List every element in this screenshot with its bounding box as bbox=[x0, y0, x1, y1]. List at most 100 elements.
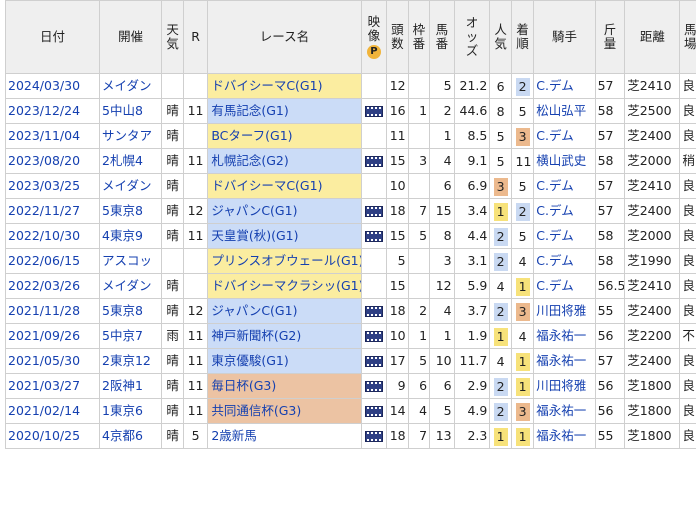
weight-cell: 55 bbox=[594, 423, 626, 449]
race-name-link[interactable]: 東京優駿(G1) bbox=[207, 348, 362, 374]
jockey-link[interactable]: C.デム bbox=[533, 223, 596, 249]
venue-link[interactable]: 5東京8 bbox=[99, 198, 163, 224]
jockey-link[interactable]: 福永祐一 bbox=[533, 348, 596, 374]
video-cell[interactable] bbox=[360, 223, 388, 249]
race-name-link[interactable]: 神戸新聞杯(G2) bbox=[207, 323, 362, 349]
race-name-link[interactable]: 札幌記念(G2) bbox=[207, 148, 362, 174]
jockey-link[interactable]: C.デム bbox=[533, 123, 596, 149]
race-name-link[interactable]: ジャパンC(G1) bbox=[207, 298, 362, 324]
venue-link[interactable]: サンタア bbox=[99, 123, 163, 149]
video-icon[interactable] bbox=[364, 231, 383, 242]
video-cell[interactable] bbox=[360, 148, 388, 174]
jockey-link[interactable]: C.デム bbox=[533, 73, 596, 99]
venue-link[interactable]: 4東京9 bbox=[99, 223, 163, 249]
venue-link[interactable]: アスコッ bbox=[99, 248, 163, 274]
jockey-link[interactable]: 横山武史 bbox=[533, 148, 596, 174]
weather-cell: 晴 bbox=[161, 223, 184, 249]
date-link[interactable]: 2022/06/15 bbox=[4, 248, 101, 274]
date-link[interactable]: 2021/03/27 bbox=[4, 373, 101, 399]
distance-cell: 芝2400 bbox=[624, 123, 681, 149]
date-link[interactable]: 2021/02/14 bbox=[4, 398, 101, 424]
distance-cell: 芝2400 bbox=[624, 298, 681, 324]
date-link[interactable]: 2020/10/25 bbox=[4, 423, 101, 449]
date-link[interactable]: 2023/11/04 bbox=[4, 123, 101, 149]
odds-cell: 3.1 bbox=[453, 248, 491, 274]
video-cell[interactable] bbox=[360, 373, 388, 399]
jockey-link[interactable]: 福永祐一 bbox=[533, 323, 596, 349]
date-link[interactable]: 2023/03/25 bbox=[4, 173, 101, 199]
video-icon[interactable] bbox=[364, 381, 383, 392]
odds-cell: 3.7 bbox=[453, 298, 491, 324]
horse-number-cell: 6 bbox=[429, 173, 455, 199]
finish-badge: 5 bbox=[518, 103, 527, 119]
venue-link[interactable]: メイダン bbox=[99, 173, 163, 199]
race-name-link[interactable]: BCターフ(G1) bbox=[207, 123, 362, 149]
venue-link[interactable]: 1東京6 bbox=[99, 398, 163, 424]
jockey-link[interactable]: C.デム bbox=[533, 173, 596, 199]
video-icon[interactable] bbox=[364, 356, 383, 367]
date-link[interactable]: 2024/03/30 bbox=[4, 73, 101, 99]
jockey-link[interactable]: C.デム bbox=[533, 273, 596, 299]
venue-link[interactable]: 2阪神1 bbox=[99, 373, 163, 399]
venue-link[interactable]: メイダン bbox=[99, 273, 163, 299]
venue-link[interactable]: 2札幌4 bbox=[99, 148, 163, 174]
date-link[interactable]: 2021/09/26 bbox=[4, 323, 101, 349]
weather-cell bbox=[161, 248, 184, 274]
jockey-link[interactable]: 福永祐一 bbox=[533, 398, 596, 424]
video-cell[interactable] bbox=[360, 198, 388, 224]
jockey-link[interactable]: 川田将雅 bbox=[533, 373, 596, 399]
header-round: R bbox=[182, 0, 209, 74]
race-name-link[interactable]: 天皇賞(秋)(G1) bbox=[207, 223, 362, 249]
race-name-link[interactable]: ドバイシーマC(G1) bbox=[207, 73, 362, 99]
jockey-link[interactable]: 福永祐一 bbox=[533, 423, 596, 449]
date-link[interactable]: 2022/10/30 bbox=[4, 223, 101, 249]
jockey-link[interactable]: 川田将雅 bbox=[533, 298, 596, 324]
venue-link[interactable]: メイダン bbox=[99, 73, 163, 99]
race-name-link[interactable]: 有馬記念(G1) bbox=[207, 98, 362, 124]
race-name-link[interactable]: 2歳新馬 bbox=[207, 423, 362, 449]
video-icon[interactable] bbox=[364, 331, 383, 342]
video-icon[interactable] bbox=[364, 306, 383, 317]
video-icon[interactable] bbox=[364, 206, 383, 217]
video-cell[interactable] bbox=[360, 298, 388, 324]
race-name-link[interactable]: プリンスオブウェール(G1) bbox=[207, 248, 362, 274]
venue-link[interactable]: 5中山8 bbox=[99, 98, 163, 124]
date-link[interactable]: 2021/11/28 bbox=[4, 298, 101, 324]
gate-cell: 7 bbox=[407, 198, 431, 224]
date-link[interactable]: 2022/03/26 bbox=[4, 273, 101, 299]
video-cell[interactable] bbox=[360, 323, 388, 349]
jockey-link[interactable]: 松山弘平 bbox=[533, 98, 596, 124]
video-cell[interactable] bbox=[360, 423, 388, 449]
video-icon[interactable] bbox=[364, 106, 383, 117]
race-name-link[interactable]: ドバイシーマC(G1) bbox=[207, 173, 362, 199]
finish-badge: 4 bbox=[518, 328, 527, 344]
popularity-cell: 2 bbox=[489, 373, 512, 399]
video-icon[interactable] bbox=[364, 431, 383, 442]
venue-link[interactable]: 2東京12 bbox=[99, 348, 163, 374]
jockey-link[interactable]: C.デム bbox=[533, 198, 596, 224]
odds-cell: 4.9 bbox=[453, 398, 491, 424]
date-link[interactable]: 2021/05/30 bbox=[4, 348, 101, 374]
venue-link[interactable]: 5東京8 bbox=[99, 298, 163, 324]
date-link[interactable]: 2023/12/24 bbox=[4, 98, 101, 124]
weight-cell: 58 bbox=[594, 98, 626, 124]
track-condition-cell: 良 bbox=[679, 198, 696, 224]
video-icon[interactable] bbox=[364, 406, 383, 417]
venue-link[interactable]: 5中京7 bbox=[99, 323, 163, 349]
video-cell[interactable] bbox=[360, 98, 388, 124]
video-cell[interactable] bbox=[360, 398, 388, 424]
venue-link[interactable]: 4京都6 bbox=[99, 423, 163, 449]
track-condition-cell: 良 bbox=[679, 373, 696, 399]
date-link[interactable]: 2023/08/20 bbox=[4, 148, 101, 174]
race-name-link[interactable]: 毎日杯(G3) bbox=[207, 373, 362, 399]
race-name-link[interactable]: ドバイシーマクラシッ(G1) bbox=[207, 273, 362, 299]
table-row: 2021/02/14 1東京6 晴 11 共同通信杯(G3) 14 4 5 4.9 2 3 福永祐一 5… bbox=[4, 398, 696, 424]
race-name-link[interactable]: ジャパンC(G1) bbox=[207, 198, 362, 224]
weight-cell: 56 bbox=[594, 323, 626, 349]
video-cell[interactable] bbox=[360, 348, 388, 374]
date-link[interactable]: 2022/11/27 bbox=[4, 198, 101, 224]
jockey-link[interactable]: C.デム bbox=[533, 248, 596, 274]
race-name-link[interactable]: 共同通信杯(G3) bbox=[207, 398, 362, 424]
weather-cell: 晴 bbox=[161, 173, 184, 199]
video-icon[interactable] bbox=[364, 156, 383, 167]
